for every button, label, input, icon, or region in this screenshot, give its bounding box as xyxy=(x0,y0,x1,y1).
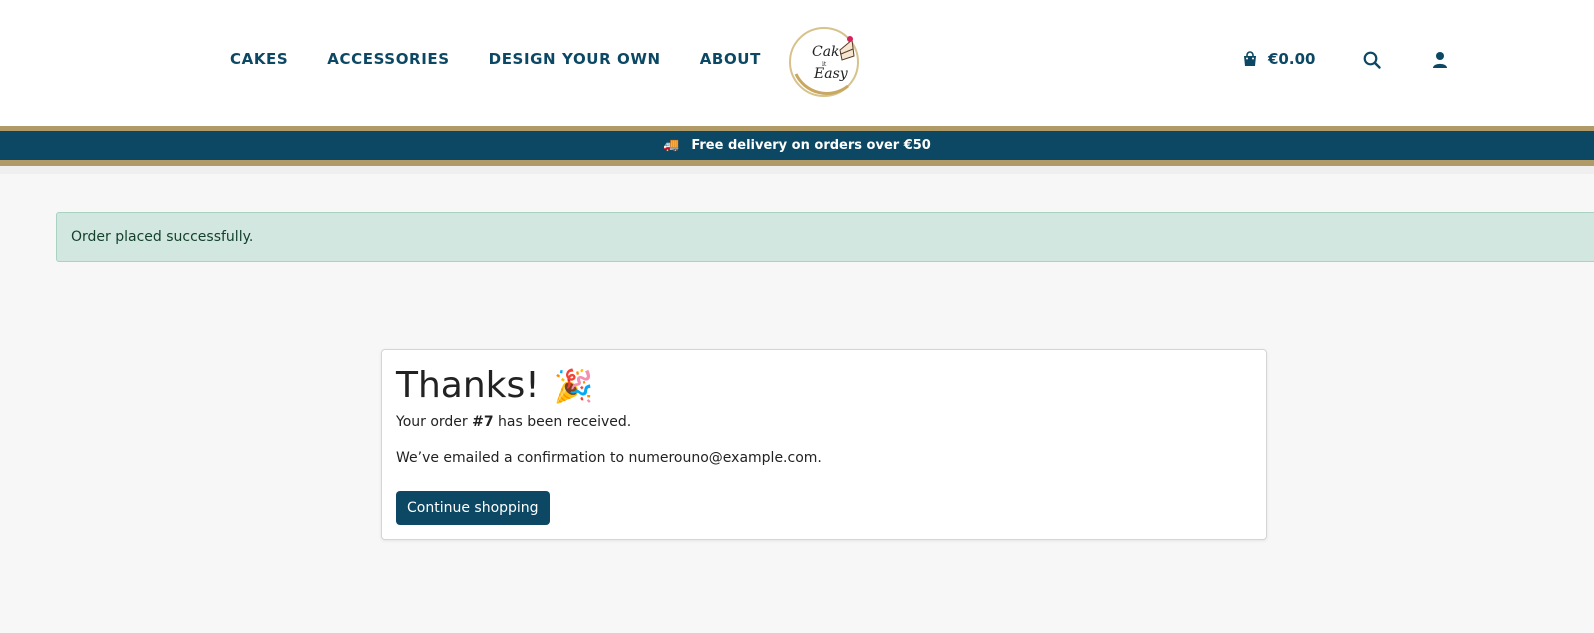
main-nav: CAKES ACCESSORIES DESIGN YOUR OWN ABOUT xyxy=(230,50,800,68)
order-number: #7 xyxy=(472,414,494,430)
user-icon[interactable] xyxy=(1430,50,1450,70)
shopping-bag-icon xyxy=(1244,51,1256,66)
success-alert: Order placed successfully. xyxy=(56,212,1594,262)
cart-button[interactable]: €0.00 xyxy=(1242,50,1315,68)
order-prefix: Your order xyxy=(396,414,473,430)
order-received-text: Your order #7 has been received. xyxy=(396,414,631,430)
nav-about[interactable]: ABOUT xyxy=(700,50,761,68)
cart-total: €0.00 xyxy=(1268,50,1316,68)
order-confirmation-card: Thanks! 🎉 Your order #7 has been receive… xyxy=(381,349,1267,540)
promo-banner: 🚚 Free delivery on orders over €50 xyxy=(0,126,1594,166)
nav-cakes[interactable]: CAKES xyxy=(230,50,288,68)
logo[interactable]: Cake it Easy xyxy=(788,26,860,98)
logo-text-easy: Easy xyxy=(813,66,849,82)
page-title: Thanks! 🎉 xyxy=(396,366,594,406)
truck-icon: 🚚 xyxy=(663,138,680,153)
banner-text: Free delivery on orders over €50 xyxy=(691,138,931,153)
alert-text: Order placed successfully. xyxy=(71,229,254,245)
party-popper-icon: 🎉 xyxy=(553,367,594,405)
email-confirmation-text: We’ve emailed a confirmation to numeroun… xyxy=(396,450,822,466)
order-suffix: has been received. xyxy=(493,414,632,430)
title-text: Thanks! xyxy=(396,365,540,406)
nav-design-your-own[interactable]: DESIGN YOUR OWN xyxy=(489,50,661,68)
continue-shopping-button[interactable]: Continue shopping xyxy=(396,491,550,525)
divider xyxy=(0,166,1594,174)
nav-accessories[interactable]: ACCESSORIES xyxy=(327,50,449,68)
search-icon[interactable] xyxy=(1362,50,1382,70)
site-header: CAKES ACCESSORIES DESIGN YOUR OWN ABOUT … xyxy=(0,0,1594,126)
